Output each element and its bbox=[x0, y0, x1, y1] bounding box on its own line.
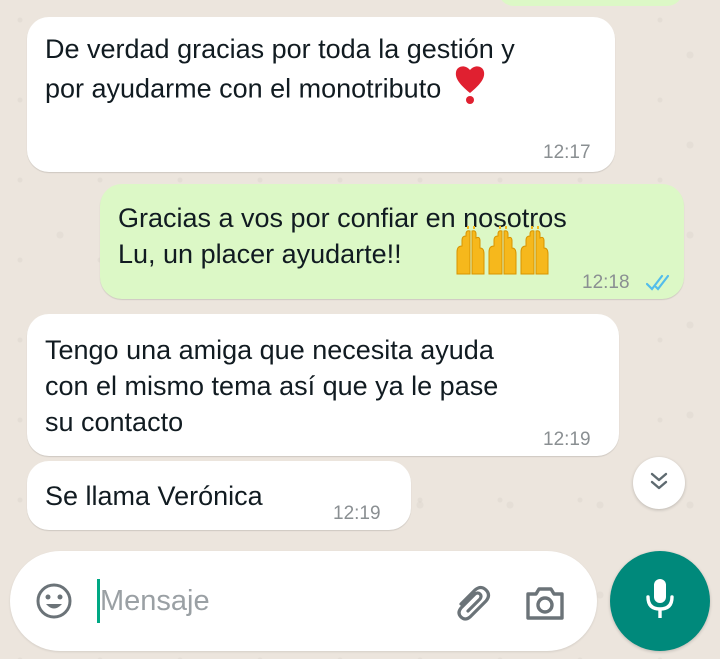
double-check-icon bbox=[645, 266, 674, 302]
message-bubble-outgoing[interactable]: Gracias a vos por confiar en nosotros Lu… bbox=[100, 184, 684, 299]
emoji-smiley-icon[interactable] bbox=[34, 581, 74, 621]
message-text: Tengo una amiga que necesita ayuda con e… bbox=[45, 335, 499, 437]
camera-icon[interactable] bbox=[523, 581, 567, 625]
message-text-line-1: Gracias a vos por confiar en nosotros bbox=[118, 203, 567, 233]
message-time: 12:18 bbox=[582, 272, 630, 293]
paperclip-icon[interactable] bbox=[450, 581, 494, 625]
message-composer bbox=[10, 551, 597, 651]
message-time: 12:19 bbox=[333, 503, 381, 524]
scroll-to-bottom-button[interactable] bbox=[633, 457, 685, 509]
message-bubble-incoming[interactable]: De verdad gracias por toda la gestión y … bbox=[27, 17, 615, 172]
message-time: 12:17 bbox=[543, 142, 591, 163]
heart-exclamation-emoji-icon bbox=[453, 63, 487, 114]
message-text: De verdad gracias por toda la gestión y … bbox=[45, 34, 515, 104]
previous-message-bubble[interactable] bbox=[498, 0, 683, 6]
raising-hands-emoji-icon bbox=[453, 226, 551, 285]
message-bubble-incoming[interactable]: Tengo una amiga que necesita ayuda con e… bbox=[27, 314, 619, 456]
message-input[interactable] bbox=[100, 579, 440, 623]
voice-message-button[interactable] bbox=[610, 551, 710, 651]
message-time: 12:19 bbox=[543, 429, 591, 450]
double-chevron-down-icon bbox=[648, 470, 670, 497]
microphone-icon bbox=[643, 577, 677, 626]
message-text-line-2: Lu, un placer ayudarte!! bbox=[118, 239, 402, 269]
message-bubble-incoming[interactable]: Se llama Verónica 12:19 bbox=[27, 461, 411, 530]
